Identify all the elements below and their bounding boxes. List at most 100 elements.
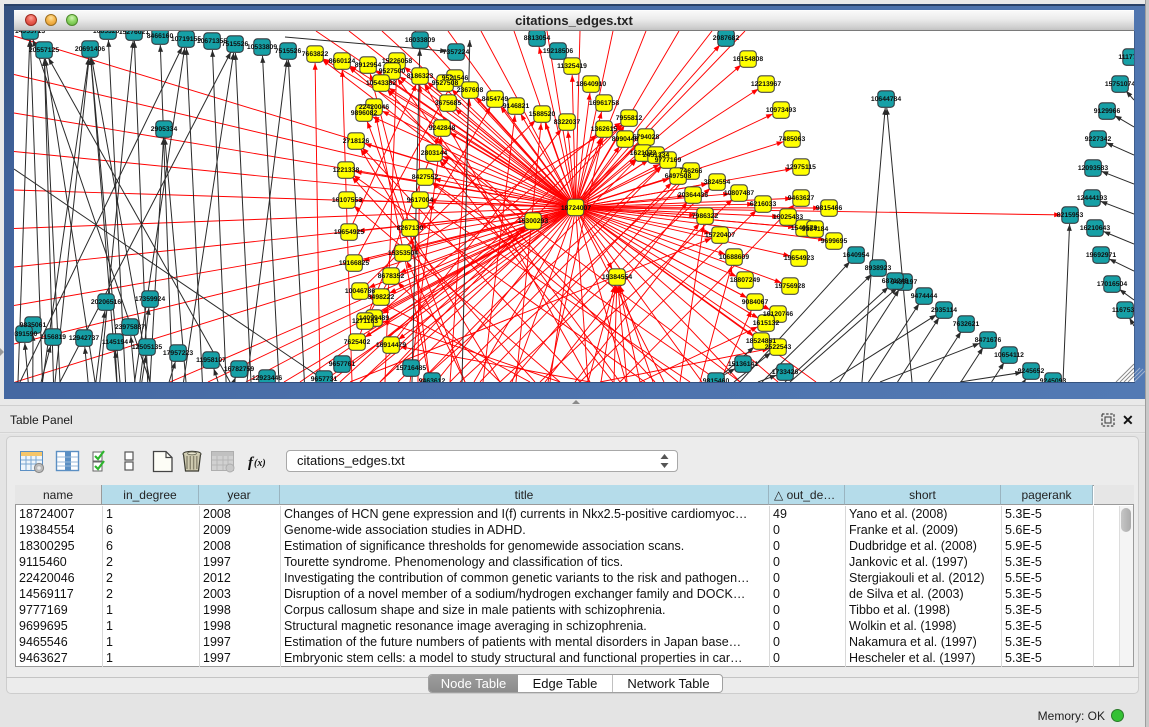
svg-text:19756928: 19756928 [775, 283, 805, 290]
svg-text:2087682: 2087682 [713, 35, 740, 42]
svg-text:9835061: 9835061 [20, 322, 47, 329]
svg-text:14955713: 14955713 [15, 31, 45, 35]
svg-text:9384184: 9384184 [802, 226, 829, 233]
svg-text:6216033: 6216033 [750, 201, 777, 208]
svg-text:8471676: 8471676 [975, 337, 1002, 344]
svg-text:1156819: 1156819 [40, 334, 66, 341]
svg-text:19692971: 19692971 [1086, 252, 1116, 259]
svg-text:9129966: 9129966 [1094, 108, 1121, 115]
svg-text:7357224: 7357224 [443, 49, 470, 56]
svg-text:7986322: 7986322 [692, 213, 719, 220]
svg-text:19166825: 19166825 [339, 260, 369, 267]
svg-text:20691406: 20691406 [75, 46, 105, 53]
svg-text:15353504: 15353504 [388, 250, 418, 257]
svg-text:10543382: 10543382 [366, 80, 396, 87]
svg-text:9657761: 9657761 [329, 361, 356, 368]
svg-text:20557125: 20557125 [29, 47, 59, 54]
svg-text:9227342: 9227342 [1085, 136, 1112, 143]
svg-text:19384554: 19384554 [602, 274, 632, 281]
svg-text:16914479: 16914479 [376, 342, 406, 349]
svg-text:1640954: 1640954 [843, 252, 870, 259]
svg-text:15716485: 15716485 [396, 365, 426, 372]
svg-text:1145194: 1145194 [102, 339, 128, 346]
svg-text:1615132: 1615132 [753, 320, 780, 327]
svg-text:16782759: 16782759 [224, 366, 254, 373]
svg-text:3498222: 3498222 [368, 294, 395, 301]
svg-text:16033809: 16033809 [405, 37, 435, 44]
svg-text:6871249: 6871249 [882, 278, 909, 285]
svg-text:10644784: 10644784 [871, 96, 901, 103]
svg-text:9815466: 9815466 [816, 205, 843, 212]
svg-text:3824554: 3824554 [704, 179, 731, 186]
svg-text:19654925: 19654925 [334, 229, 364, 236]
svg-text:10973493: 10973493 [766, 107, 796, 114]
svg-text:1221338: 1221338 [333, 167, 360, 174]
svg-text:2935114: 2935114 [931, 307, 957, 314]
svg-text:20364436: 20364436 [678, 192, 708, 199]
svg-text:8678352: 8678352 [378, 273, 405, 280]
svg-text:7485063: 7485063 [779, 136, 806, 143]
svg-text:7955812: 7955812 [616, 115, 643, 122]
svg-text:8427552: 8427552 [412, 174, 439, 181]
svg-text:10654112: 10654112 [994, 352, 1024, 359]
svg-text:8267130: 8267130 [397, 225, 424, 232]
svg-text:8990448: 8990448 [612, 136, 639, 143]
svg-text:18724007: 18724007 [561, 205, 591, 212]
svg-text:15226058: 15226058 [382, 58, 412, 65]
svg-text:2905334: 2905334 [151, 126, 178, 133]
svg-text:12505135: 12505135 [132, 344, 162, 351]
svg-text:9463627: 9463627 [788, 195, 815, 202]
svg-text:19654923: 19654923 [784, 255, 814, 262]
svg-text:8660124: 8660124 [329, 58, 356, 65]
svg-text:10533809: 10533809 [247, 44, 277, 51]
svg-text:16210643: 16210643 [1080, 225, 1110, 232]
svg-text:11958107: 11958107 [196, 357, 226, 364]
svg-text:17957223: 17957223 [163, 350, 193, 357]
svg-text:15300293: 15300293 [518, 218, 548, 225]
svg-text:2522543: 2522543 [765, 344, 792, 351]
svg-text:1588520: 1588520 [529, 111, 556, 118]
svg-text:16107553: 16107553 [332, 197, 362, 204]
svg-text:9527508: 9527508 [432, 80, 459, 87]
svg-text:2803144: 2803144 [421, 150, 448, 157]
svg-text:16120746: 16120746 [763, 311, 793, 318]
svg-text:6497508: 6497508 [665, 173, 692, 180]
svg-text:15276021: 15276021 [119, 31, 149, 36]
svg-text:7663822: 7663822 [302, 51, 329, 58]
svg-text:15751074: 15751074 [1105, 81, 1134, 88]
svg-text:20206516: 20206516 [91, 299, 121, 306]
svg-text:10807487: 10807487 [724, 190, 754, 197]
svg-text:(x): (x) [254, 458, 266, 469]
svg-text:15720407: 15720407 [705, 232, 735, 239]
svg-text:9777169: 9777169 [655, 157, 682, 164]
svg-text:9391590: 9391590 [14, 331, 37, 338]
svg-text:12975115: 12975115 [786, 164, 816, 171]
svg-text:15136141: 15136141 [728, 361, 758, 368]
svg-text:12213967: 12213967 [751, 81, 781, 88]
svg-text:17359924: 17359924 [135, 296, 165, 303]
svg-text:1271163: 1271163 [352, 318, 378, 325]
svg-text:12942737: 12942737 [69, 335, 99, 342]
svg-text:8215953: 8215953 [1057, 212, 1084, 219]
svg-text:7515526: 7515526 [275, 48, 302, 55]
svg-text:1167533: 1167533 [1112, 307, 1134, 314]
svg-text:9474444: 9474444 [911, 293, 938, 300]
svg-text:9699695: 9699695 [821, 238, 848, 245]
svg-text:8466160: 8466160 [147, 33, 174, 40]
svg-text:9617004: 9617004 [407, 197, 434, 204]
svg-text:8813054: 8813054 [524, 35, 551, 42]
svg-text:2718126: 2718126 [343, 138, 370, 145]
svg-text:11325419: 11325419 [557, 63, 587, 70]
svg-text:9896082: 9896082 [351, 110, 378, 117]
svg-text:9245652: 9245652 [1018, 368, 1045, 375]
svg-text:8912954: 8912954 [355, 62, 382, 69]
svg-text:9242848: 9242848 [429, 125, 456, 132]
svg-text:8938923: 8938923 [865, 265, 892, 272]
svg-text:16154808: 16154808 [733, 56, 763, 63]
svg-text:2367608: 2367608 [457, 87, 484, 94]
svg-text:12923446: 12923446 [252, 375, 282, 382]
svg-text:1733426: 1733426 [772, 369, 799, 376]
svg-text:7625402: 7625402 [344, 339, 371, 346]
svg-text:18640910: 18640910 [576, 81, 606, 88]
svg-text:17016504: 17016504 [1097, 281, 1127, 288]
